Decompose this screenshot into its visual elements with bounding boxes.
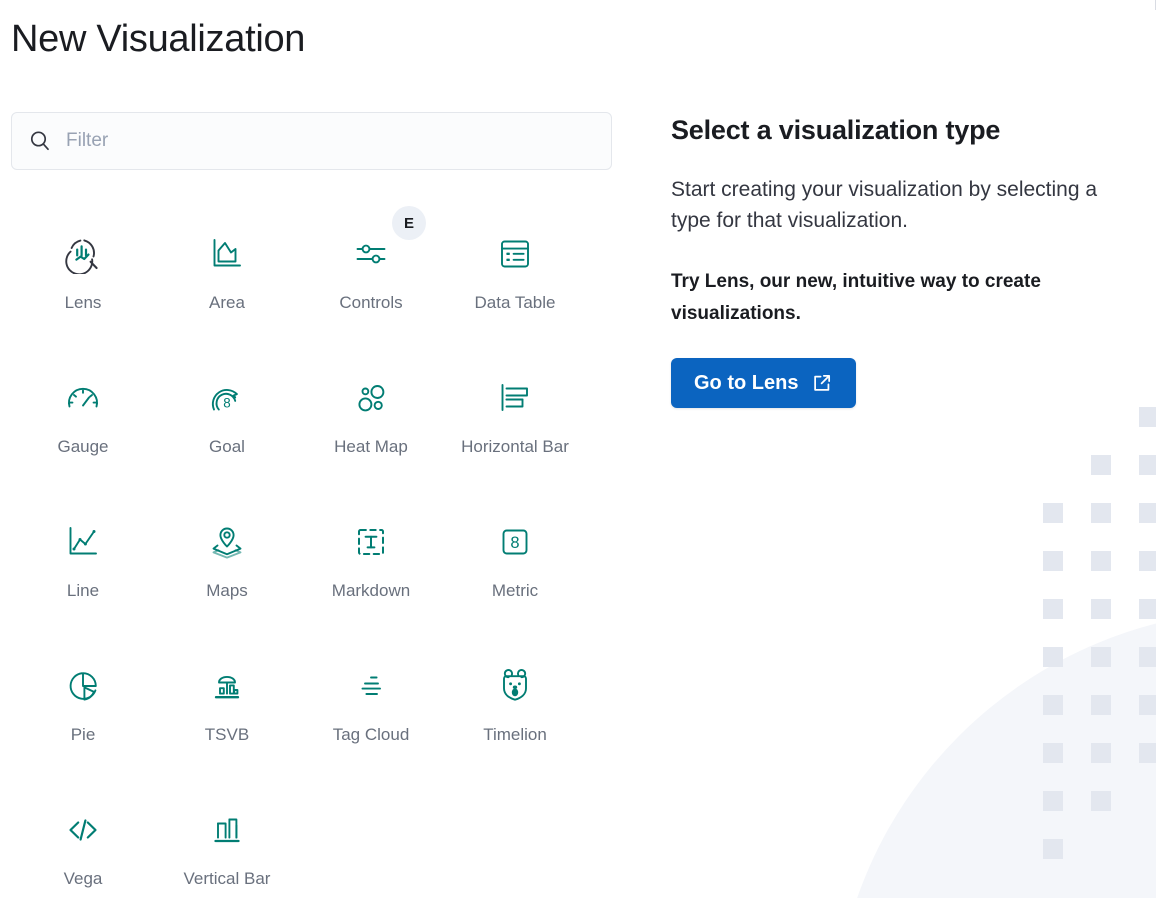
markdown-text-icon xyxy=(351,522,391,562)
decorative-square xyxy=(1139,647,1156,667)
filter-search-field[interactable] xyxy=(11,112,612,170)
viz-type-label: Markdown xyxy=(331,581,411,600)
decorative-square xyxy=(1139,407,1156,427)
decorative-square xyxy=(1043,695,1063,715)
decorative-square xyxy=(1043,503,1063,523)
gauge-icon xyxy=(63,378,103,418)
decorative-square xyxy=(1043,647,1063,667)
viz-type-metric[interactable]: 8 Metric xyxy=(443,500,587,622)
decorative-square xyxy=(1091,599,1111,619)
viz-type-line[interactable]: Line xyxy=(11,500,155,622)
viz-type-label: Horizontal Bar xyxy=(461,437,569,456)
decorative-square xyxy=(1139,551,1156,571)
decorative-square xyxy=(1043,743,1063,763)
decorative-square xyxy=(1139,503,1156,523)
viz-type-label: Pie xyxy=(70,725,96,744)
goal-icon: 8 xyxy=(207,378,247,418)
line-chart-icon xyxy=(63,522,103,562)
decorative-square xyxy=(1091,791,1111,811)
vertical-bar-icon xyxy=(207,810,247,850)
viz-type-tsvb[interactable]: TSVB xyxy=(155,644,299,766)
viz-type-label: TSVB xyxy=(204,725,250,744)
decorative-square xyxy=(1091,455,1111,475)
viz-type-tag-cloud[interactable]: Tag Cloud xyxy=(299,644,443,766)
new-visualization-modal: New Visualization Lens Area Controls E Data … xyxy=(0,0,1156,898)
decorative-square xyxy=(1139,455,1156,475)
experimental-badge: E xyxy=(392,206,426,240)
right-info-panel: Select a visualization type Start creati… xyxy=(671,112,1151,408)
decorative-square xyxy=(1043,551,1063,571)
decorative-square xyxy=(1091,743,1111,763)
search-input[interactable] xyxy=(66,113,595,169)
decorative-square xyxy=(1139,743,1156,763)
controls-sliders-icon xyxy=(351,234,391,274)
viz-type-maps[interactable]: Maps xyxy=(155,500,299,622)
decorative-square xyxy=(1139,695,1156,715)
timelion-bear-icon xyxy=(495,666,535,706)
viz-type-label: Data Table xyxy=(474,293,556,312)
pie-chart-icon xyxy=(63,666,103,706)
page-title: New Visualization xyxy=(11,18,306,60)
decorative-square xyxy=(1139,599,1156,619)
lens-icon xyxy=(63,234,103,276)
decorative-square xyxy=(1091,503,1111,523)
viz-type-label: Controls xyxy=(339,293,403,312)
viz-type-data-table[interactable]: Data Table xyxy=(443,212,587,334)
go-to-lens-label: Go to Lens xyxy=(694,371,799,394)
viz-type-pie[interactable]: Pie xyxy=(11,644,155,766)
panel-description: Start creating your visualization by sel… xyxy=(671,178,1098,232)
external-link-icon xyxy=(811,372,833,394)
viz-type-vega[interactable]: Vega xyxy=(11,788,155,898)
area-chart-icon xyxy=(207,234,247,274)
decorative-square xyxy=(1091,695,1111,715)
decorative-square xyxy=(1043,599,1063,619)
data-table-icon xyxy=(495,234,535,274)
viz-type-label: Tag Cloud xyxy=(332,725,410,744)
viz-type-controls[interactable]: Controls E xyxy=(299,206,443,334)
heat-map-icon xyxy=(351,378,391,418)
viz-type-markdown[interactable]: Markdown xyxy=(299,500,443,622)
viz-type-label: Gauge xyxy=(57,437,109,456)
svg-text:8: 8 xyxy=(510,534,519,552)
metric-number-icon: 8 xyxy=(495,522,535,562)
viz-type-label: Goal xyxy=(209,437,245,456)
viz-type-gauge[interactable]: Gauge xyxy=(11,356,155,478)
panel-heading: Select a visualization type xyxy=(671,115,1001,145)
viz-type-vertical-bar[interactable]: Vertical Bar xyxy=(155,788,299,898)
viz-type-label: Vertical Bar xyxy=(183,869,271,888)
viz-type-label: Metric xyxy=(491,581,539,600)
viz-type-label: Lens xyxy=(64,293,102,312)
decorative-square xyxy=(1091,551,1111,571)
viz-type-area[interactable]: Area xyxy=(155,212,299,334)
search-icon xyxy=(28,129,52,153)
tag-cloud-icon xyxy=(351,666,391,706)
horizontal-bar-icon xyxy=(495,378,535,418)
viz-type-heat-map[interactable]: Heat Map xyxy=(299,356,443,478)
viz-type-lens[interactable]: Lens xyxy=(11,212,155,334)
svg-text:8: 8 xyxy=(223,395,230,410)
viz-type-label: Area xyxy=(209,293,245,312)
viz-type-horizontal-bar[interactable]: Horizontal Bar xyxy=(443,356,587,478)
viz-type-label: Timelion xyxy=(483,725,547,744)
visualization-type-grid: Lens Area Controls E Data Table Gauge 8 Goal Hea… xyxy=(11,206,612,898)
viz-type-timelion[interactable]: Timelion xyxy=(443,644,587,766)
decorative-square xyxy=(1043,839,1063,859)
decorative-square xyxy=(1091,647,1111,667)
viz-type-label: Vega xyxy=(63,869,103,888)
go-to-lens-button[interactable]: Go to Lens xyxy=(671,358,857,408)
viz-type-goal[interactable]: 8 Goal xyxy=(155,356,299,478)
tsvb-icon xyxy=(207,666,247,706)
decorative-square xyxy=(1043,791,1063,811)
viz-type-label: Heat Map xyxy=(334,437,408,456)
maps-pin-layers-icon xyxy=(207,522,247,562)
vega-code-icon xyxy=(63,810,103,850)
panel-promo-text: Try Lens, our new, intuitive way to crea… xyxy=(671,271,1041,324)
viz-type-label: Maps xyxy=(206,581,248,600)
viz-type-label: Line xyxy=(66,581,100,600)
decorative-circle xyxy=(833,610,1156,898)
